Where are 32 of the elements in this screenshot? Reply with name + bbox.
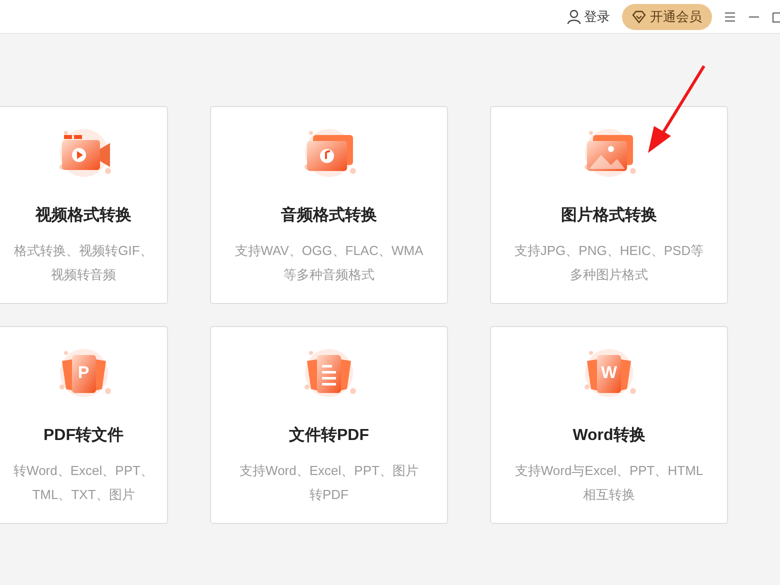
card-description: 支持JPG、PNG、HEIC、PSD等 — [514, 242, 704, 260]
card-title: 图片格式转换 — [561, 206, 657, 226]
tool-card[interactable]: 图片格式转换 支持JPG、PNG、HEIC、PSD等 多种图片格式 — [490, 106, 728, 304]
menu-icon[interactable] — [724, 10, 736, 22]
tool-card[interactable]: 视频格式转换 格式转换、视频转GIF、 视频转音频 — [0, 106, 168, 304]
tool-card[interactable]: 音频格式转换 支持WAV、OGG、FLAC、WMA 等多种音频格式 — [210, 106, 448, 304]
card-description: 格式转换、视频转GIF、 — [14, 242, 153, 260]
vip-button[interactable]: 开通会员 — [622, 4, 712, 30]
card-title: 视频格式转换 — [36, 205, 132, 226]
card-title: PDF转文件 — [44, 425, 124, 446]
card-description: 支持Word与Excel、PPT、HTML — [514, 462, 704, 480]
card-description: 相互转换 — [582, 486, 635, 504]
user-icon — [566, 8, 582, 24]
diamond-icon — [632, 10, 646, 24]
card-description: TML、TXT、图片 — [32, 486, 135, 504]
card-description: 支持Word、Excel、PPT、图片 — [240, 462, 418, 480]
card-title: 音频格式转换 — [281, 205, 377, 226]
tool-card[interactable]: 文件转PDF 支持Word、Excel、PPT、图片 转PDF — [210, 326, 448, 524]
card-title: 文件转PDF — [289, 425, 369, 446]
card-description: 转Word、Excel、PPT、 — [14, 462, 154, 480]
tool-card[interactable]: W Word转换 支持Word与Excel、PPT、HTML 相互转换 — [490, 326, 728, 524]
login-button[interactable]: 登录 — [566, 6, 610, 26]
icon-letter: P — [76, 363, 90, 383]
card-description: 等多种音频格式 — [284, 266, 374, 284]
maximize-icon[interactable] — [772, 10, 780, 22]
tool-card[interactable]: P PDF转文件 转Word、Excel、PPT、 TML、TXT、图片 — [0, 326, 168, 524]
card-description: 多种图片格式 — [570, 266, 648, 284]
card-title: Word转换 — [572, 426, 646, 446]
card-description: 视频转音频 — [50, 266, 116, 284]
card-description: 转PDF — [310, 486, 348, 504]
card-description: 支持WAV、OGG、FLAC、WMA — [234, 242, 424, 260]
icon-letter: W — [600, 363, 618, 383]
